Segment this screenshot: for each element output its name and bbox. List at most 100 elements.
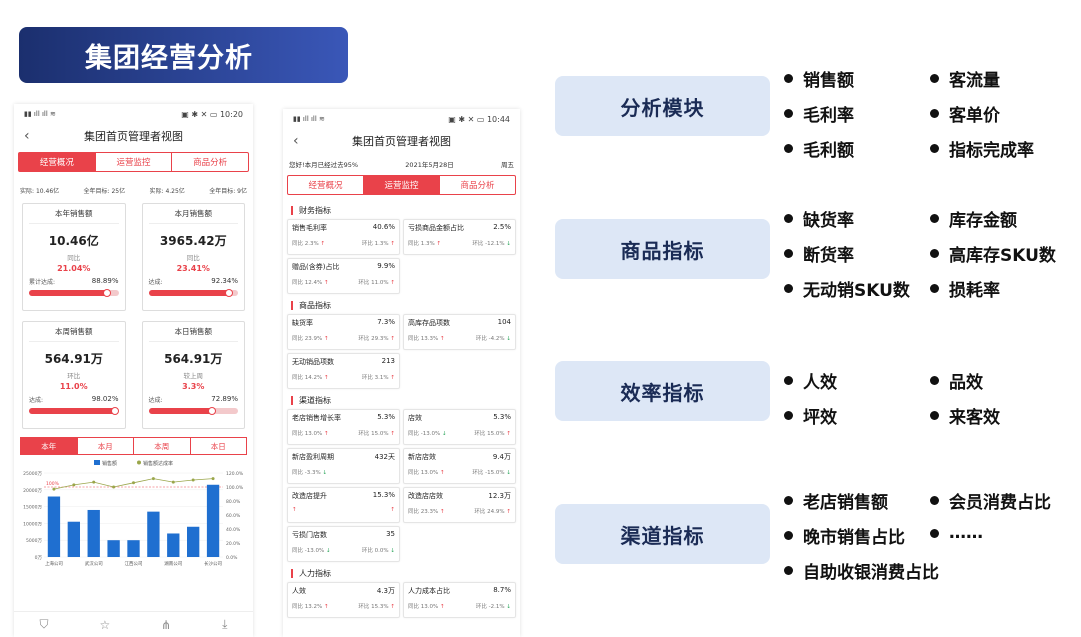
mom-value: 15.3% <box>371 604 389 610</box>
tab-products[interactable]: 商品分析 <box>440 176 515 194</box>
mom-arrow-icon: ↓ <box>390 548 395 554</box>
chart-bar <box>107 540 120 557</box>
metric-value: 5.3% <box>493 413 511 421</box>
metric-card[interactable]: 改造店店效 12.3万 同比 23.3% ↑ 环比 24.9% ↑ <box>403 487 516 523</box>
status-bar: ▮▮ ıll ıll ≋ ▣ ✱ ✕ ▭ 10:20 <box>14 104 253 124</box>
module-panel: 效率指标 <box>555 361 770 421</box>
metric-card[interactable]: 销售毛利率 40.6% 同比 2.3% ↑ 环比 1.3% ↑ <box>287 219 400 255</box>
mom-value: 29.3% <box>371 336 389 342</box>
mom-label: 环比 <box>475 604 487 610</box>
yoy-arrow-icon: ↑ <box>440 470 445 476</box>
metric-name: 新店店效 <box>408 453 436 461</box>
x-tick-label: 江西公司 <box>125 560 143 567</box>
back-arrow-icon[interactable]: ‹ <box>293 133 299 149</box>
summary-value: 25亿 <box>111 188 126 195</box>
filter-icon[interactable]: ⛉ <box>39 617 48 632</box>
kpi-card[interactable]: 本月销售额 3965.42万 同比 23.41% 达成: 92.34% <box>141 203 245 311</box>
metric-card[interactable]: 新店盈利周期 432天 同比 -3.3% ↓ <box>287 448 400 484</box>
yoy-label: 同比 <box>292 470 304 476</box>
metric-name: 店效 <box>408 414 422 422</box>
metric-card[interactable]: 亏损商品金额占比 2.5% 同比 1.3% ↑ 环比 -12.1% ↓ <box>403 219 516 255</box>
metric-card[interactable]: 老店销售增长率 5.3% 同比 13.0% ↑ 环比 15.0% ↑ <box>287 409 400 445</box>
bullet-item: 人效 <box>784 368 837 393</box>
metric-card[interactable]: 店效 5.3% 同比 -13.0% ↓ 环比 15.0% ↑ <box>403 409 516 445</box>
kpi-card[interactable]: 本日销售额 564.91万 较上周 3.3% 达成: 72.89% <box>141 321 245 429</box>
mom-value: -12.1% <box>485 241 505 247</box>
mom-value: 3.1% <box>374 375 389 381</box>
bullet-item: 缺货率 <box>784 206 854 231</box>
bullet-item: 损耗率 <box>930 276 1000 301</box>
y-tick-label: 5000万 <box>26 538 42 544</box>
metric-card[interactable]: 人力成本占比 8.7% 同比 13.0% ↑ 环比 -2.1% ↓ <box>403 582 516 618</box>
share-icon[interactable]: ⋔ <box>161 618 171 632</box>
sales-chart-svg: 销售额 销售额达成率 25000万 20000万 15000万 10000万 5000万 0万… <box>23 460 244 567</box>
tab-overview[interactable]: 经营概况 <box>19 153 96 171</box>
screen-title: 集团首页管理者视图 <box>84 130 183 143</box>
yoy-label: 同比 <box>408 604 420 610</box>
mom-arrow-icon: ↑ <box>390 336 395 342</box>
summary-value: 9亿 <box>237 188 247 195</box>
download-icon[interactable]: ⤓ <box>222 617 227 632</box>
summary-value: 4.25亿 <box>165 188 185 195</box>
rate-point <box>191 478 195 482</box>
back-arrow-icon[interactable]: ‹ <box>24 128 30 144</box>
yoy-arrow-icon: ↑ <box>440 604 445 610</box>
yoy-value: -3.3% <box>304 470 321 476</box>
yoy-arrow-icon: ↑ <box>324 336 329 342</box>
tab-operations[interactable]: 运营监控 <box>96 153 173 171</box>
metric-card[interactable]: 高库存品项数 104 同比 13.3% ↑ 环比 -4.2% ↓ <box>403 314 516 350</box>
tab-operations[interactable]: 运营监控 <box>364 176 440 194</box>
section-title: 渠道指标 <box>283 389 520 409</box>
bullet-item: …… <box>930 523 983 543</box>
phone-screenshot-overview: ▮▮ ıll ıll ≋ ▣ ✱ ✕ ▭ 10:20 ‹ 集团首页管理者视图 经… <box>14 104 253 637</box>
y-tick-label: 15000万 <box>23 505 42 511</box>
yoy-arrow-icon: ↓ <box>325 548 331 554</box>
metric-value: 9.9% <box>377 262 395 270</box>
kpi-card[interactable]: 本年销售额 10.46亿 同比 21.04% 累计达成: 88.89% <box>22 203 126 311</box>
metric-card[interactable]: 亏损门店数 35 同比 -13.0% ↓ 环比 0.0% ↓ <box>287 526 400 562</box>
tab-year[interactable]: 本年 <box>21 438 78 454</box>
mom-arrow-icon: ↑ <box>390 604 395 610</box>
yoy-value: 14.2% <box>304 375 323 381</box>
metric-card[interactable]: 改造店提升 15.3% ↑ ↑ <box>287 487 400 523</box>
metric-card[interactable]: 赠品(含券)占比 9.9% 同比 12.4% ↑ 环比 11.0% ↑ <box>287 258 400 294</box>
yoy-arrow-icon: ↑ <box>324 431 329 437</box>
metric-name: 无动销品项数 <box>292 358 334 366</box>
progress-fill <box>29 408 117 414</box>
metric-card[interactable]: 缺货率 7.3% 同比 23.9% ↑ 环比 29.3% ↑ <box>287 314 400 350</box>
status-icons: ▣ ✱ ✕ ▭ <box>181 109 218 119</box>
progress-fill <box>148 408 214 414</box>
kpi-value: 3965.42万 <box>159 234 227 248</box>
kpi-card[interactable]: 本周销售额 564.91万 环比 11.0% 达成: 98.02% <box>22 321 126 429</box>
tab-day[interactable]: 本日 <box>191 438 247 454</box>
metric-value: 12.3万 <box>488 492 511 500</box>
mom-label: 环比 <box>361 241 373 247</box>
screen-title: 集团首页管理者视图 <box>352 135 451 148</box>
tab-products[interactable]: 商品分析 <box>172 153 248 171</box>
metric-name: 改造店店效 <box>408 492 443 500</box>
metric-name: 亏损门店数 <box>292 531 327 539</box>
mom-label: 环比 <box>358 431 370 437</box>
yoy-value: 23.3% <box>420 509 439 515</box>
tab-week[interactable]: 本周 <box>134 438 191 454</box>
kpi-progress-label: 达成: <box>148 397 163 404</box>
mom-value: 24.9% <box>487 509 505 515</box>
yoy-arrow-icon: ↑ <box>292 507 297 513</box>
summary-label: 实际: <box>149 188 164 195</box>
metric-card[interactable]: 无动销品项数 213 同比 14.2% ↑ 环比 3.1% ↑ <box>287 353 400 389</box>
mom-value: 1.3% <box>374 241 389 247</box>
metric-grid: 老店销售增长率 5.3% 同比 13.0% ↑ 环比 15.0% ↑ 店效 5.3% … <box>283 409 520 562</box>
metric-card[interactable]: 人效 4.3万 同比 13.2% ↑ 环比 15.3% ↑ <box>287 582 400 618</box>
metric-card[interactable]: 新店店效 9.4万 同比 13.0% ↑ 环比 -15.0% ↓ <box>403 448 516 484</box>
tab-overview[interactable]: 经营概况 <box>288 176 364 194</box>
bullet-item: 高库存SKU数 <box>930 241 1056 266</box>
signal-icons: ▮▮ ıll ıll ≋ <box>24 110 56 118</box>
kpi-compare-label: 同比 <box>67 254 81 262</box>
tab-month[interactable]: 本月 <box>78 438 134 454</box>
rate-point <box>171 480 175 484</box>
kpi-progress-bar <box>29 407 119 415</box>
star-icon[interactable]: ☆ <box>99 618 110 632</box>
yoy-label: 同比 <box>292 336 304 342</box>
bullet-item: 自助收银消费占比 <box>784 558 939 583</box>
bottom-toolbar: ⛉ ☆ ⋔ ⤓ <box>14 611 253 637</box>
